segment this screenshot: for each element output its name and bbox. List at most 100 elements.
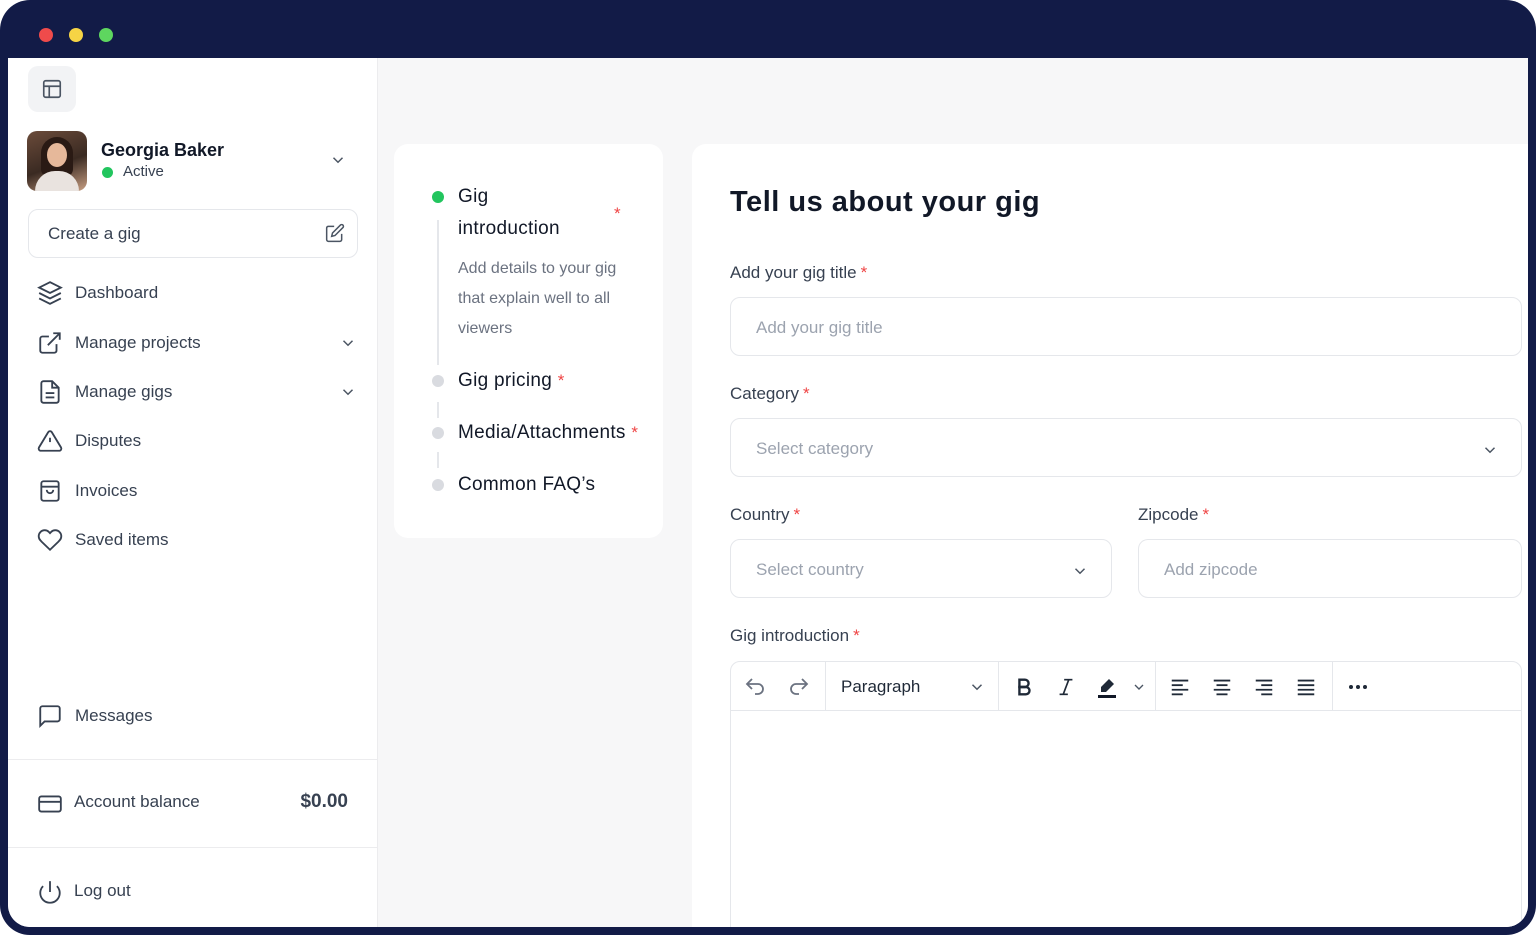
chevron-down-icon [1484,447,1496,454]
layout-icon [42,79,62,99]
zipcode-placeholder: Add zipcode [1164,560,1258,579]
redo-icon [790,678,809,695]
title-bar [0,0,1536,58]
chevron-down-icon [1074,568,1086,575]
editor-content-area[interactable] [731,711,1521,927]
external-link-icon [39,332,61,354]
sidebar-item-manage-projects[interactable]: Manage projects [37,326,357,358]
app-window: Georgia Baker Active Create a gig Dashbo… [0,0,1536,935]
minimize-window-button[interactable] [69,28,83,42]
chevron-down-icon [1134,684,1144,690]
chevron-down-icon [971,684,983,691]
message-icon [39,705,61,728]
step-title: Common FAQ’s [458,474,596,495]
step-dot [432,375,444,387]
undo-icon [745,678,764,695]
align-center-button[interactable] [1209,674,1235,700]
edit-icon [325,223,345,243]
step-connector [437,220,439,365]
layers-icon [37,281,63,305]
toggle-layout-button[interactable] [28,66,76,112]
gig-introduction-label: Gig introduction * [730,626,860,645]
document-icon [40,380,60,404]
credit-card-icon [38,795,62,813]
redo-button[interactable] [786,674,812,700]
required-mark: * [614,204,621,223]
justify-button[interactable] [1293,674,1319,700]
sidebar-item-messages[interactable]: Messages [37,699,357,731]
status-dot [102,167,113,178]
sidebar-item-dashboard[interactable]: Dashboard [37,276,357,308]
align-left-button[interactable] [1167,674,1193,700]
gig-introduction-editor[interactable]: Paragraph [730,661,1522,927]
highlight-color-dropdown[interactable] [1126,674,1152,700]
more-options-button[interactable] [1345,674,1371,700]
account-balance-value: $0.00 [300,791,348,812]
undo-button[interactable] [742,674,768,700]
logout-button[interactable]: Log out [74,881,131,901]
zipcode-label: Zipcode * [1138,505,1210,524]
sidebar-item-label: Disputes [75,431,142,450]
sidebar: Georgia Baker Active Create a gig Dashbo… [8,58,378,927]
create-gig-button[interactable]: Create a gig [28,209,358,258]
power-icon[interactable] [37,879,63,905]
steps-card: Gig introduction * Add details to your g… [394,144,663,538]
zipcode-input[interactable]: Add zipcode [1138,539,1522,598]
sidebar-item-saved-items[interactable]: Saved items [37,523,357,555]
align-justify-icon [1297,679,1315,696]
step-description: Add details to your gig that explain wel… [458,260,617,337]
category-placeholder: Select category [756,439,874,458]
maximize-window-button[interactable] [99,28,113,42]
sidebar-divider [8,847,378,848]
category-label: Category * [730,384,810,403]
bold-icon [1018,678,1031,696]
bold-button[interactable] [1011,674,1037,700]
sidebar-item-label: Saved items [75,530,169,549]
account-balance-label: Account balance [74,792,200,811]
more-horizontal-icon [1349,685,1367,689]
gig-title-placeholder: Add your gig title [756,318,883,337]
status-badge: Active [123,163,164,180]
sidebar-item-label: Invoices [75,481,138,500]
step-title: Gig pricing * [458,370,565,391]
sidebar-item-label: Dashboard [75,283,159,302]
step-connector [437,402,439,418]
sidebar-item-label: Manage gigs [75,382,173,401]
chevron-down-icon [342,340,354,347]
sidebar-item-disputes[interactable]: Disputes [37,424,357,456]
block-style-dropdown[interactable] [964,674,990,700]
italic-icon [1059,678,1073,696]
sidebar-item-label: Manage projects [75,333,201,352]
chevron-down-icon[interactable] [329,151,347,169]
app-screen: Georgia Baker Active Create a gig Dashbo… [8,58,1528,927]
sidebar-divider [8,759,378,760]
avatar [27,131,87,191]
highlight-button[interactable] [1094,674,1120,700]
shopping-bag-icon [40,480,60,502]
gig-title-input[interactable]: Add your gig title [730,297,1522,356]
step-active-dot [432,191,444,203]
step-dot [432,427,444,439]
country-label: Country * [730,505,801,524]
user-profile[interactable]: Georgia Baker Active [27,131,357,191]
chevron-down-icon [342,389,354,396]
editor-toolbar: Paragraph [731,662,1521,711]
step-dot [432,479,444,491]
italic-button[interactable] [1053,674,1079,700]
align-left-icon [1171,679,1189,696]
create-gig-label: Create a gig [48,224,141,243]
sidebar-item-label: Messages [75,706,153,725]
block-style-select[interactable]: Paragraph [841,677,920,697]
category-select[interactable]: Select category [730,418,1522,477]
sidebar-item-invoices[interactable]: Invoices [37,474,357,506]
gig-form: Tell us about your gig Add your gig titl… [692,144,1528,927]
profile-name: Georgia Baker [101,140,225,160]
highlighter-icon [1098,679,1116,698]
close-window-button[interactable] [39,28,53,42]
step-title: Gig [458,186,489,207]
align-right-button[interactable] [1251,674,1277,700]
country-select[interactable]: Select country [730,539,1112,598]
sidebar-item-manage-gigs[interactable]: Manage gigs [37,375,357,407]
align-center-icon [1213,679,1231,696]
page-title: Tell us about your gig [730,186,1041,218]
